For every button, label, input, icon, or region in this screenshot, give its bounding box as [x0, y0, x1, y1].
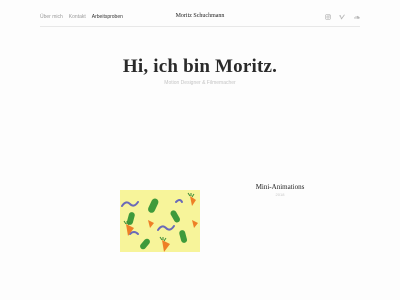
- top-navigation: Über mich Kontakt Arbeitsproben Moritz S…: [40, 10, 360, 26]
- project-title[interactable]: Mini-Animations: [220, 183, 340, 191]
- hero-title: Hi, ich bin Moritz.: [122, 56, 278, 77]
- project-year: 2018: [275, 192, 285, 197]
- hero-subtitle: Motion Designer & Filmemacher: [164, 80, 236, 86]
- header-divider: [40, 26, 360, 27]
- page: Über mich Kontakt Arbeitsproben Moritz S…: [0, 0, 400, 300]
- social-links: [325, 14, 360, 20]
- project-thumbnail[interactable]: [120, 190, 200, 252]
- instagram-icon[interactable]: [325, 14, 331, 20]
- thumbnail-illustration: [121, 192, 198, 252]
- soundcloud-icon[interactable]: [353, 14, 360, 20]
- carrot-icon: [123, 192, 198, 252]
- vimeo-icon[interactable]: [339, 14, 345, 20]
- site-brand[interactable]: Moritz Schuchmann: [40, 13, 360, 19]
